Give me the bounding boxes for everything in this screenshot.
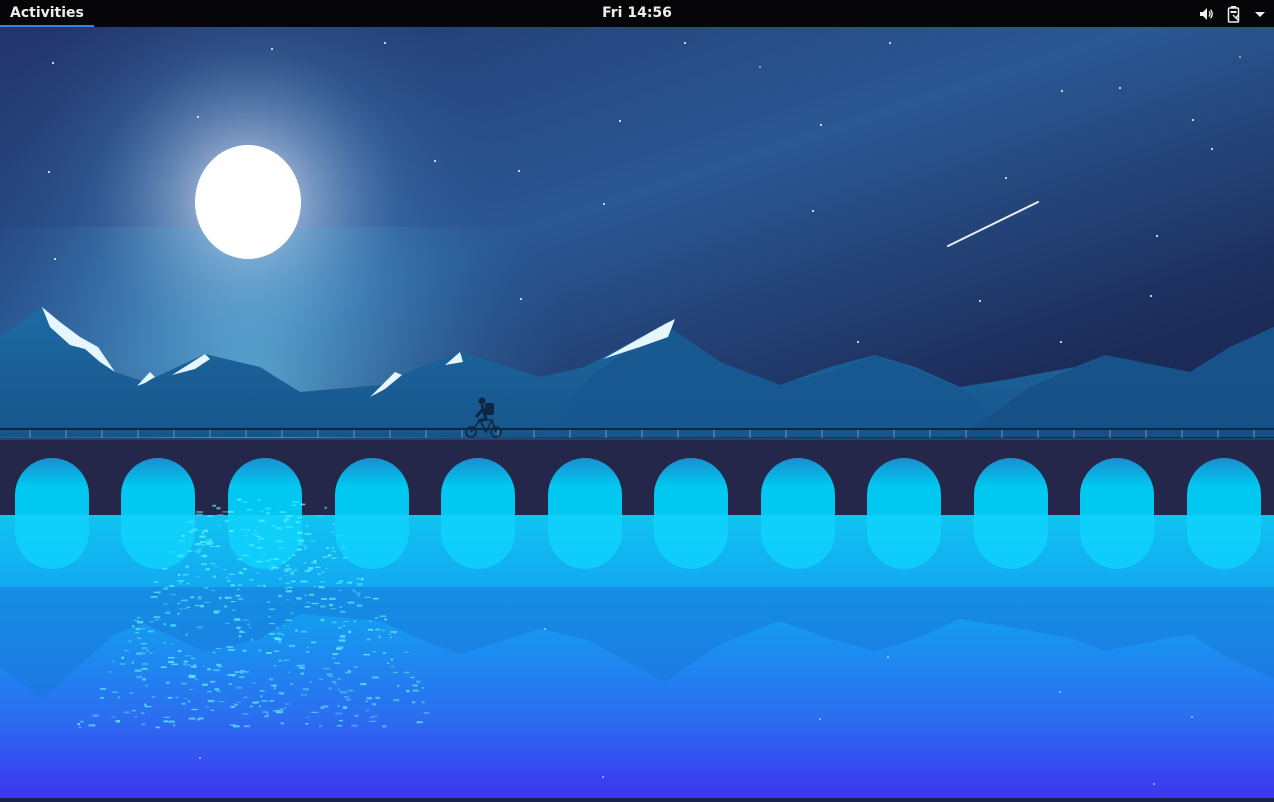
menu-arrow-icon (1254, 9, 1266, 19)
battery-icon (1226, 5, 1242, 23)
desktop-wallpaper (0, 27, 1274, 798)
top-panel: Activities Fri 14:56 (0, 0, 1274, 27)
activities-button[interactable]: Activities (0, 0, 94, 27)
system-menu-button[interactable] (1198, 0, 1266, 27)
clock-button[interactable]: Fri 14:56 (602, 5, 672, 21)
moon (195, 145, 301, 259)
volume-icon (1198, 6, 1214, 22)
clock-area: Fri 14:56 (0, 0, 1274, 27)
